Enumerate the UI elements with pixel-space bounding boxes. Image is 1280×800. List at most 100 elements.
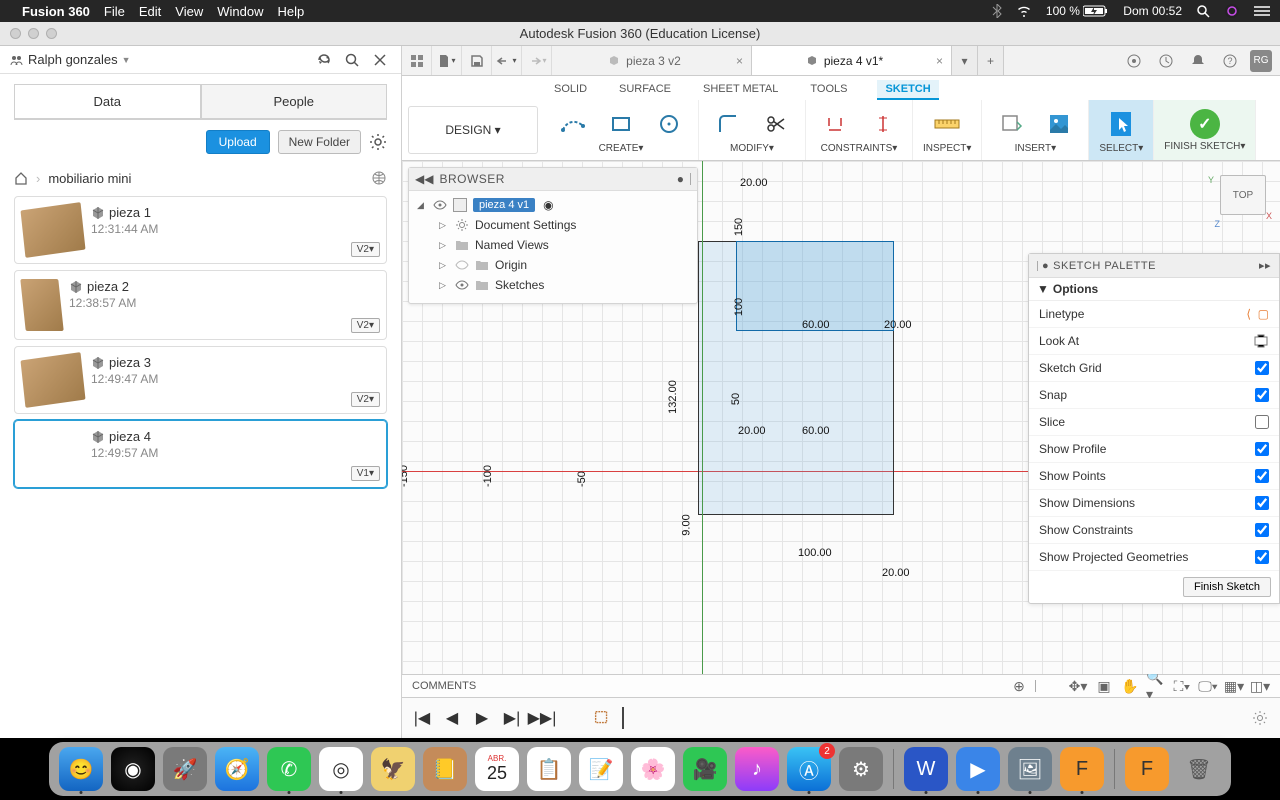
- palette-row-slice[interactable]: Slice: [1029, 409, 1279, 436]
- palette-row-linetype[interactable]: Linetype⟨ ▢: [1029, 301, 1279, 328]
- eye-off-icon[interactable]: [455, 260, 469, 270]
- rib-tab-sheetmetal[interactable]: SHEET METAL: [701, 80, 780, 100]
- add-tab-icon[interactable]: +: [978, 46, 1004, 75]
- workspace-switcher[interactable]: DESIGN ▾: [408, 106, 538, 154]
- chrome-app-icon[interactable]: ◎: [319, 747, 363, 791]
- zoom-icon[interactable]: 🔍▾: [1146, 676, 1166, 696]
- new-folder-button[interactable]: New Folder: [278, 130, 361, 154]
- orbit-icon[interactable]: ✥▾: [1068, 676, 1088, 696]
- photos-app-icon[interactable]: 🌸: [631, 747, 675, 791]
- zoom-app-icon[interactable]: ▶: [956, 747, 1000, 791]
- insert-derive-icon[interactable]: [992, 107, 1030, 141]
- close-icon[interactable]: ×: [936, 54, 943, 68]
- traffic-close[interactable]: [10, 28, 21, 39]
- select-label[interactable]: SELECT▾: [1099, 143, 1143, 154]
- bluetooth-icon[interactable]: [992, 4, 1002, 18]
- tab-people[interactable]: People: [201, 84, 388, 119]
- file-item[interactable]: pieza 2 12:38:57 AM V2▾: [14, 270, 387, 340]
- circle-icon[interactable]: [650, 107, 688, 141]
- rib-tab-sketch[interactable]: SKETCH: [877, 80, 938, 100]
- search-icon[interactable]: [341, 49, 363, 71]
- dropdown-tab-icon[interactable]: ▾: [952, 46, 978, 75]
- tree-root[interactable]: ◢ pieza 4 v1 ◉: [415, 195, 691, 215]
- comments-label[interactable]: COMMENTS: [412, 680, 476, 692]
- trash-icon[interactable]: 🗑: [1177, 747, 1221, 791]
- job-status-icon[interactable]: [1154, 49, 1178, 73]
- safari-app-icon[interactable]: 🧭: [215, 747, 259, 791]
- display-icon[interactable]: 🖵▾: [1198, 676, 1218, 696]
- radio-active-icon[interactable]: ◉: [543, 198, 553, 212]
- tree-item[interactable]: ▷Document Settings: [437, 215, 691, 235]
- traffic-zoom[interactable]: [46, 28, 57, 39]
- pan-icon[interactable]: ✋: [1120, 676, 1140, 696]
- home-icon[interactable]: [14, 171, 28, 185]
- clock[interactable]: Dom 00:52: [1123, 4, 1182, 18]
- palette-row-projected[interactable]: Show Projected Geometries: [1029, 544, 1279, 571]
- mail-app-icon[interactable]: 🦅: [371, 747, 415, 791]
- finish-sketch-button[interactable]: Finish Sketch: [1183, 577, 1271, 597]
- web-icon[interactable]: [371, 170, 387, 186]
- file-item[interactable]: pieza 4 12:49:57 AM V1▾: [14, 420, 387, 488]
- viewcube[interactable]: TOP: [1220, 175, 1266, 215]
- undo-icon[interactable]: ▾: [492, 46, 522, 75]
- calendar-app-icon[interactable]: ABR.25: [475, 747, 519, 791]
- menu-help[interactable]: Help: [277, 4, 304, 19]
- save-icon[interactable]: [462, 46, 492, 75]
- notifications-icon[interactable]: [1186, 49, 1210, 73]
- facetime-app-icon[interactable]: 🎥: [683, 747, 727, 791]
- file-item[interactable]: pieza 3 12:49:47 AM V2▾: [14, 346, 387, 414]
- measure-icon[interactable]: [928, 107, 966, 141]
- siri-app-icon[interactable]: ◉: [111, 747, 155, 791]
- create-label[interactable]: CREATE▾: [599, 143, 644, 154]
- close-icon[interactable]: ×: [736, 54, 743, 68]
- line-icon[interactable]: [554, 107, 592, 141]
- upload-button[interactable]: Upload: [206, 130, 270, 154]
- siri-icon[interactable]: [1224, 3, 1240, 19]
- palette-row-snap[interactable]: Snap: [1029, 382, 1279, 409]
- viewport-icon[interactable]: ◫▾: [1250, 676, 1270, 696]
- horizontal-constraint-icon[interactable]: [816, 107, 854, 141]
- finish-sketch-icon[interactable]: ✓: [1190, 109, 1220, 139]
- music-app-icon[interactable]: ♪: [735, 747, 779, 791]
- timeline-prev-icon[interactable]: ◀: [442, 708, 462, 728]
- tab-data[interactable]: Data: [14, 84, 201, 119]
- timeline-end-icon[interactable]: ▶▶|: [532, 708, 552, 728]
- battery-status[interactable]: 100 %: [1046, 4, 1109, 18]
- tree-item[interactable]: ▷Named Views: [437, 235, 691, 255]
- add-comment-icon[interactable]: ⊕: [1009, 676, 1029, 696]
- breadcrumb[interactable]: mobiliario mini: [48, 171, 131, 186]
- timeline-feature-icon[interactable]: [592, 708, 612, 728]
- timeline-settings-icon[interactable]: [1250, 708, 1270, 728]
- fusion-app-icon[interactable]: F: [1060, 747, 1104, 791]
- settings-app-icon[interactable]: ⚙: [839, 747, 883, 791]
- fusion-doc-icon[interactable]: F: [1125, 747, 1169, 791]
- control-center-icon[interactable]: [1254, 5, 1270, 17]
- menubar-app-name[interactable]: Fusion 360: [22, 4, 90, 19]
- lookat-nav-icon[interactable]: ▣: [1094, 676, 1114, 696]
- insert-image-icon[interactable]: [1040, 107, 1078, 141]
- file-item[interactable]: pieza 1 12:31:44 AM V2▾: [14, 196, 387, 264]
- vertical-constraint-icon[interactable]: [864, 107, 902, 141]
- palette-row-lookat[interactable]: Look At: [1029, 328, 1279, 355]
- extensions-icon[interactable]: [1122, 49, 1146, 73]
- whatsapp-app-icon[interactable]: ✆: [267, 747, 311, 791]
- palette-row-dimensions[interactable]: Show Dimensions: [1029, 490, 1279, 517]
- lookat-icon[interactable]: [1253, 334, 1269, 348]
- gear-icon[interactable]: [369, 133, 387, 151]
- timeline-next-icon[interactable]: ▶|: [502, 708, 522, 728]
- fillet-icon[interactable]: [709, 107, 747, 141]
- version-chip[interactable]: V1▾: [351, 466, 380, 481]
- redo-icon[interactable]: ▾: [522, 46, 552, 75]
- word-app-icon[interactable]: W: [904, 747, 948, 791]
- spotlight-icon[interactable]: [1196, 4, 1210, 18]
- rib-tab-solid[interactable]: SOLID: [552, 80, 589, 100]
- contacts-app-icon[interactable]: 📒: [423, 747, 467, 791]
- version-chip[interactable]: V2▾: [351, 242, 380, 257]
- menu-view[interactable]: View: [175, 4, 203, 19]
- wifi-icon[interactable]: [1016, 5, 1032, 17]
- traffic-minimize[interactable]: [28, 28, 39, 39]
- tree-item[interactable]: ▷Sketches: [437, 275, 691, 295]
- appstore-app-icon[interactable]: 2Ⓐ: [787, 747, 831, 791]
- timeline-play-icon[interactable]: ▶: [472, 708, 492, 728]
- doc-tab[interactable]: pieza 3 v2×: [552, 46, 752, 75]
